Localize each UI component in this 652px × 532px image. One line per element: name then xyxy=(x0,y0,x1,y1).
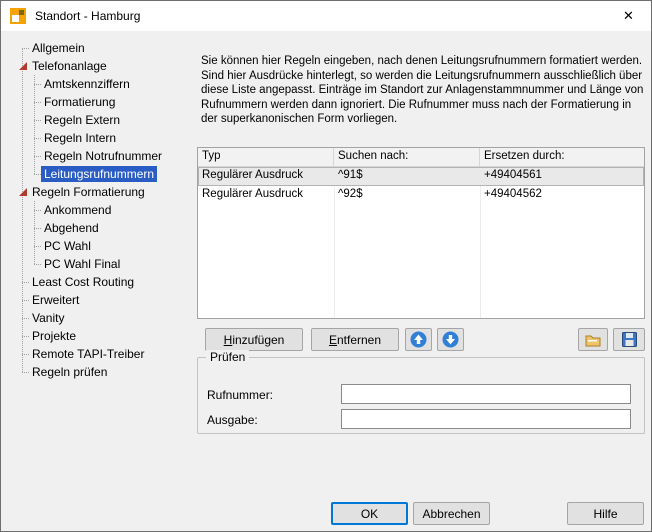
tree-item-pc-wahl[interactable]: PC Wahl xyxy=(9,237,195,255)
cancel-button[interactable]: Abbrechen xyxy=(413,502,490,525)
ausgabe-label: Ausgabe: xyxy=(207,413,258,427)
tree-item-leitungsrufnummern[interactable]: Leitungsrufnummern xyxy=(9,165,195,183)
tree-item-allgemein[interactable]: Allgemein xyxy=(9,39,195,57)
table-header: Typ Suchen nach: Ersetzen durch: xyxy=(198,148,644,167)
folder-import-icon xyxy=(585,333,601,347)
expanded-node-icon xyxy=(19,188,27,196)
save-rules-button[interactable] xyxy=(613,328,645,351)
tree-item-amtskennziffern[interactable]: Amtskennziffern xyxy=(9,75,195,93)
tree-item-pc-wahl-final[interactable]: PC Wahl Final xyxy=(9,255,195,273)
tree-item-formatierung[interactable]: Formatierung xyxy=(9,93,195,111)
rules-table[interactable]: Typ Suchen nach: Ersetzen durch: Regulär… xyxy=(197,147,645,319)
rufnummer-label: Rufnummer: xyxy=(207,388,273,402)
tree-item-erweitert[interactable]: Erweitert xyxy=(9,291,195,309)
tree-item-projekte[interactable]: Projekte xyxy=(9,327,195,345)
cell-ersetzen-durch: +49404561 xyxy=(480,167,644,186)
save-disk-icon xyxy=(622,332,637,347)
arrow-down-circle-icon xyxy=(442,331,459,348)
cell-typ: Regulärer Ausdruck xyxy=(198,167,334,186)
column-header-ersetzen-durch[interactable]: Ersetzen durch: xyxy=(480,148,644,166)
tree-item-telefonanlage[interactable]: Telefonanlage xyxy=(9,57,195,75)
import-rules-button[interactable] xyxy=(578,328,608,351)
cell-suchen-nach: ^92$ xyxy=(334,186,480,205)
window-title: Standort - Hamburg xyxy=(35,9,140,23)
ok-button[interactable]: OK xyxy=(331,502,408,525)
tree-item-regeln-formatierung[interactable]: Regeln Formatierung xyxy=(9,183,195,201)
arrow-up-circle-icon xyxy=(410,331,427,348)
settings-tree: Allgemein Telefonanlage Amtskennziffern … xyxy=(9,39,195,385)
cell-typ: Regulärer Ausdruck xyxy=(198,186,334,205)
tree-item-regeln-pruefen[interactable]: Regeln prüfen xyxy=(9,363,195,381)
tree-item-ankommend[interactable]: Ankommend xyxy=(9,201,195,219)
help-button[interactable]: Hilfe xyxy=(567,502,644,525)
tree-item-least-cost-routing[interactable]: Least Cost Routing xyxy=(9,273,195,291)
ausgabe-input[interactable] xyxy=(341,409,631,429)
expanded-node-icon xyxy=(19,62,27,70)
remove-rule-button[interactable]: Entfernen xyxy=(311,328,399,351)
tree-item-regeln-notrufnummer[interactable]: Regeln Notrufnummer xyxy=(9,147,195,165)
close-button[interactable]: ✕ xyxy=(606,1,651,31)
rufnummer-input[interactable] xyxy=(341,384,631,404)
tree-item-regeln-extern[interactable]: Regeln Extern xyxy=(9,111,195,129)
table-row[interactable]: Regulärer Ausdruck ^91$ +49404561 xyxy=(198,167,644,186)
tree-item-abgehend[interactable]: Abgehend xyxy=(9,219,195,237)
move-down-button[interactable] xyxy=(437,328,464,351)
table-row[interactable]: Regulärer Ausdruck ^92$ +49404562 xyxy=(198,186,644,205)
groupbox-title: Prüfen xyxy=(206,350,249,364)
column-header-typ[interactable]: Typ xyxy=(198,148,334,166)
tree-item-vanity[interactable]: Vanity xyxy=(9,309,195,327)
cell-ersetzen-durch: +49404562 xyxy=(480,186,644,205)
move-up-button[interactable] xyxy=(405,328,432,351)
column-header-suchen-nach[interactable]: Suchen nach: xyxy=(334,148,480,166)
title-bar: Standort - Hamburg ✕ xyxy=(1,1,651,31)
tree-item-regeln-intern[interactable]: Regeln Intern xyxy=(9,129,195,147)
close-icon: ✕ xyxy=(623,8,634,24)
add-rule-button[interactable]: Hinzufügen xyxy=(205,328,303,351)
dialog-window: Standort - Hamburg ✕ Allgemein Telefonan… xyxy=(0,0,652,532)
cell-suchen-nach: ^91$ xyxy=(334,167,480,186)
tree-item-remote-tapi-treiber[interactable]: Remote TAPI-Treiber xyxy=(9,345,195,363)
app-icon xyxy=(10,8,26,24)
page-description: Sie können hier Regeln eingeben, nach de… xyxy=(201,54,648,127)
